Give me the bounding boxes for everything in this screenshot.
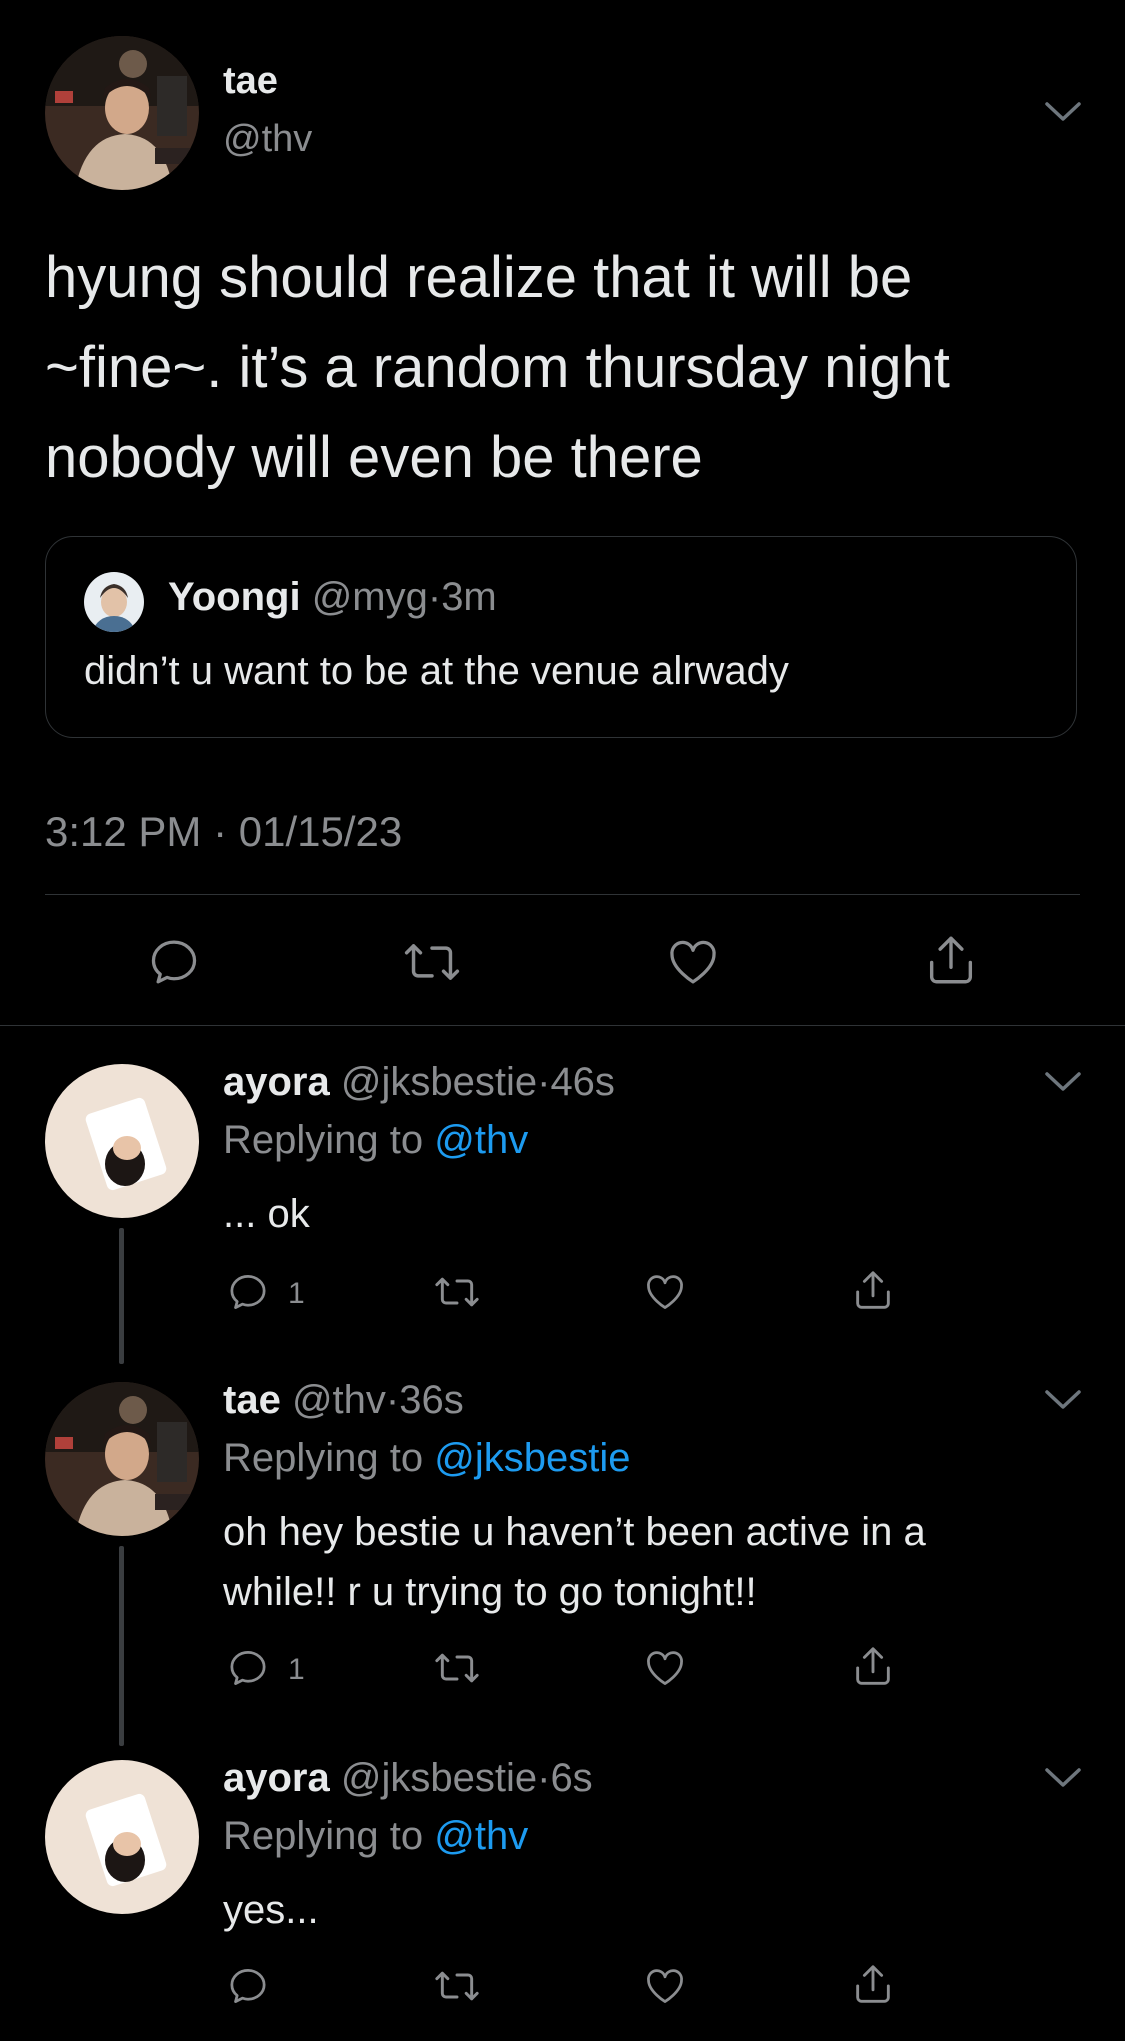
main-tweet-text-line-2: ~fine~. it’s a random thursday night [45,335,950,400]
main-tweet-text-line-3: nobody will even be there [45,425,703,490]
quoted-time: 3m [441,575,497,619]
heart-icon [647,1651,683,1685]
reply-time: 36s [399,1378,464,1422]
divider [45,894,1080,895]
avatar-yoongi [84,572,144,632]
replying-to-link[interactable]: @jksbestie [434,1436,630,1480]
reply-dot-separator: · [385,1378,400,1422]
retweet-button[interactable] [432,1270,482,1314]
retweet-arrows-icon [435,1277,479,1307]
share-upload-icon [856,1965,890,2003]
main-tweet-text-line-1: hyung should realize that it will be [45,245,913,310]
share-button[interactable] [850,1642,896,1690]
reply-button[interactable] [226,1964,270,2008]
retweet-button[interactable] [432,1964,482,2008]
reply-count: 1 [288,1277,305,1310]
reply-text-line: while!! r u trying to go tonight!! [223,1570,757,1614]
retweet-button[interactable] [432,1646,482,1690]
replying-to-label: Replying to [223,1436,435,1480]
like-button[interactable] [642,1646,688,1690]
speech-bubble-icon [230,1651,266,1685]
divider [0,1025,1125,1026]
main-author-handle[interactable]: @thv [223,118,312,161]
chevron-down-icon[interactable] [1044,1388,1082,1412]
reply-dot-separator: · [537,1756,551,1800]
quoted-author-handle: @myg [311,575,428,619]
reply-text-line: oh hey bestie u haven’t been active in a [223,1510,926,1554]
main-tweet-timestamp: 3:12 PM · 01/15/23 [45,808,403,855]
retweet-arrows-icon [435,1971,479,2001]
quoted-tweet-text: didn’t u want to be at the venue alrwady [84,649,789,693]
reply-time: 6s [550,1756,593,1800]
retweet-arrows-icon [435,1653,479,1683]
like-button[interactable] [642,1964,688,2008]
chevron-down-icon[interactable] [1044,1766,1082,1790]
speech-bubble-icon [151,940,197,984]
like-button[interactable] [664,934,722,990]
heart-icon [647,1969,683,2003]
speech-bubble-icon [230,1275,266,1309]
avatar-ayora[interactable] [45,1064,199,1218]
share-button[interactable] [850,1266,896,1314]
share-button[interactable] [850,1960,896,2008]
thread-line [119,1228,124,1364]
heart-icon [647,1275,683,1309]
replying-to-link[interactable]: @thv [434,1814,528,1858]
share-button[interactable] [922,930,980,990]
speech-bubble-icon [230,1969,266,2003]
heart-icon [670,940,716,984]
retweet-button[interactable] [402,934,462,990]
reply-text-line: ... ok [223,1192,310,1236]
reply-author-handle[interactable]: @jksbestie [341,1756,537,1800]
chevron-down-icon[interactable] [1044,100,1082,124]
quoted-author-name: Yoongi [168,575,301,619]
share-upload-icon [856,1271,890,1309]
replying-to-label: Replying to [223,1118,435,1162]
quoted-dot-separator: · [427,575,442,619]
reply-author-name[interactable]: ayora [223,1060,330,1104]
avatar-ayora[interactable] [45,1760,199,1914]
main-author-name[interactable]: tae [223,60,278,103]
share-upload-icon [929,936,973,984]
reply-time: 46s [550,1060,615,1104]
chevron-down-icon[interactable] [1044,1070,1082,1094]
replying-to-link[interactable]: @thv [434,1118,528,1162]
avatar-tae-main[interactable] [45,36,199,190]
reply-count: 1 [288,1653,305,1686]
avatar-tae[interactable] [45,1382,199,1536]
reply-text-line: yes... [223,1888,319,1932]
share-upload-icon [856,1647,890,1685]
reply-button[interactable] [226,1270,270,1314]
reply-author-name[interactable]: ayora [223,1756,330,1800]
reply-author-name[interactable]: tae [223,1378,281,1422]
reply-author-handle[interactable]: @thv [292,1378,386,1422]
reply-button[interactable] [146,934,202,990]
thread-line [119,1546,124,1746]
reply-dot-separator: · [537,1060,551,1104]
quoted-tweet-card[interactable]: Yoongi @myg·3m didn’t u want to be at th… [45,536,1077,738]
reply-button[interactable] [226,1646,270,1690]
retweet-arrows-icon [404,944,460,980]
reply-author-handle[interactable]: @jksbestie [341,1060,537,1104]
like-button[interactable] [642,1270,688,1314]
replying-to-label: Replying to [223,1814,435,1858]
